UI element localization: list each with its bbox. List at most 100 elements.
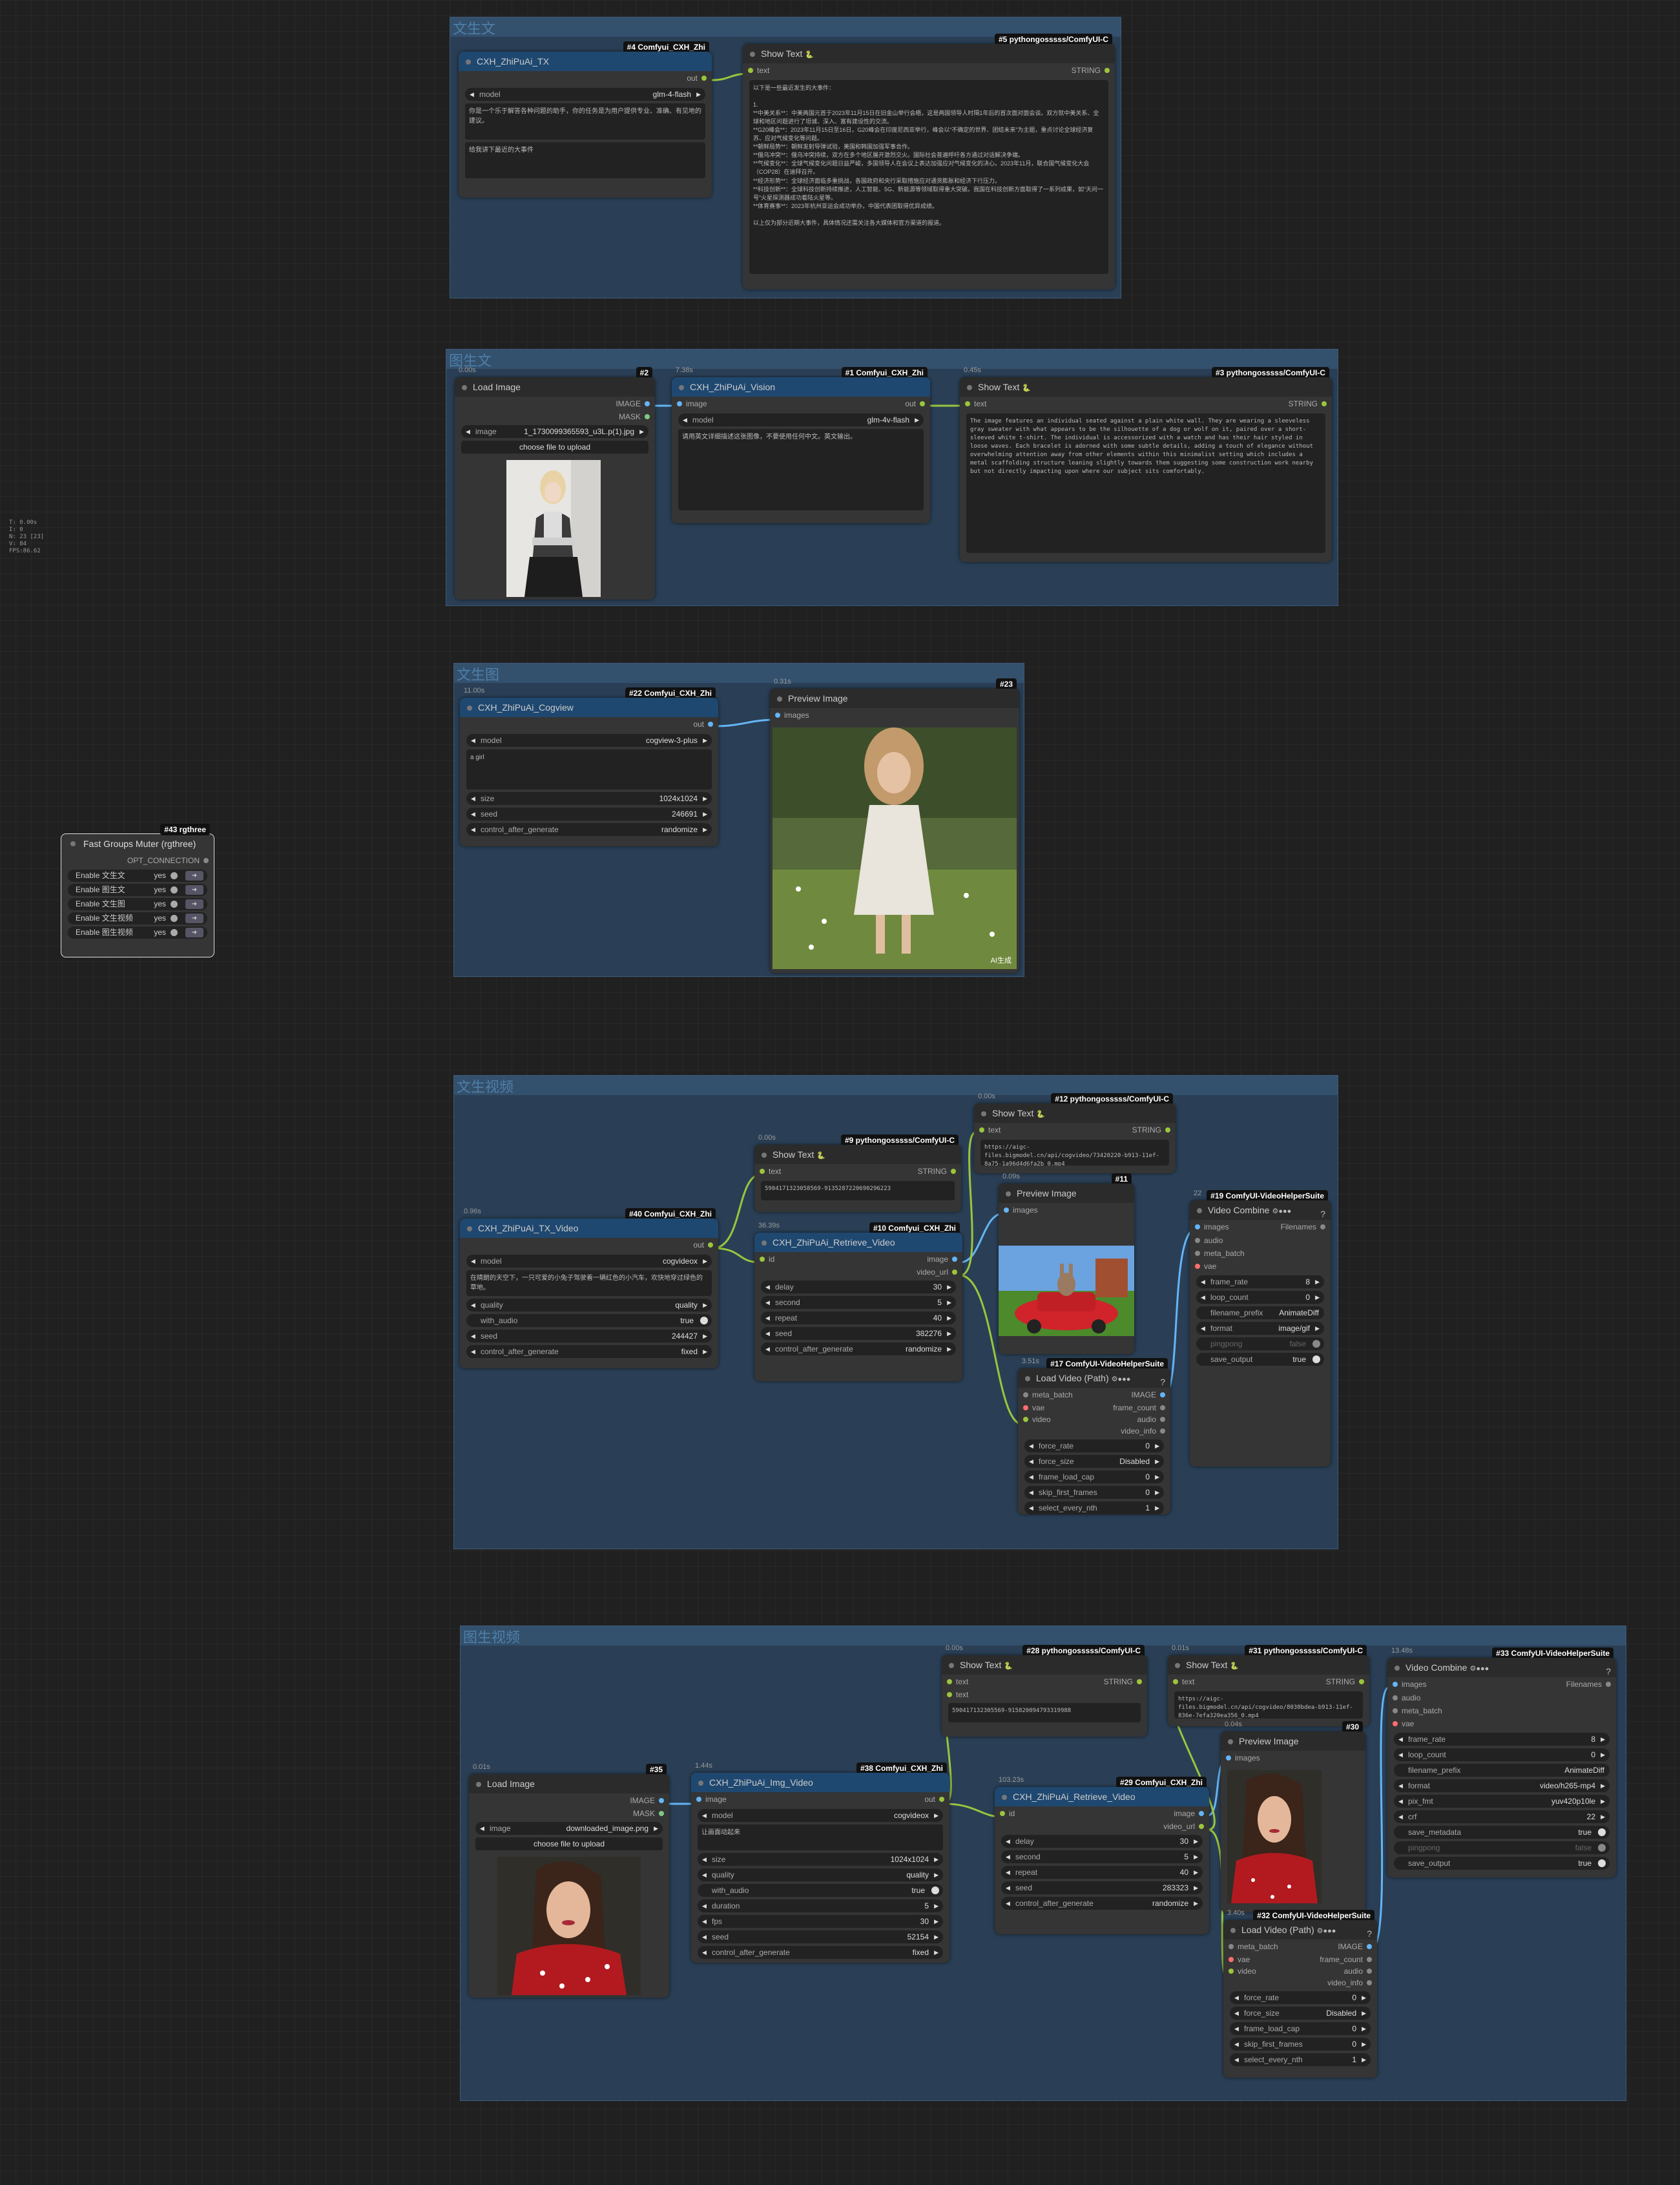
control-after-generate-widget[interactable]: control_after_generate fixed: [466, 1345, 712, 1358]
node-zhipuai-retrieve-video[interactable]: 103.23s #29 Comfyui_CXH_Zhi CXH_ZhiPuAi_…: [995, 1776, 1209, 1934]
node-show-text[interactable]: #5 pythongosssss/ComfyUI-C Show Text 🐍 te…: [743, 34, 1115, 289]
save-output-toggle[interactable]: save_output true: [1394, 1857, 1610, 1870]
save-output-toggle[interactable]: save_output true: [1196, 1353, 1324, 1366]
muter-toggle-row[interactable]: Enable 图生文 yes ➜: [68, 884, 207, 896]
prompt-textarea[interactable]: 请用英文详细描述这张图像，不要使用任何中文。英文输出。: [678, 429, 924, 510]
node-preview-image[interactable]: 0.09s #11 Preview Image images: [999, 1173, 1134, 1354]
delay-widget[interactable]: delay 30: [1001, 1835, 1203, 1848]
model-select[interactable]: model glm-4-flash: [465, 88, 705, 101]
node-title[interactable]: Show Text 🐍: [960, 377, 1332, 397]
seed-widget[interactable]: seed 52154: [698, 1930, 943, 1943]
output-socket[interactable]: [1160, 1392, 1165, 1397]
output-socket[interactable]: [645, 414, 650, 419]
force-rate-widget[interactable]: force_rate 0: [1024, 1439, 1164, 1452]
filename-prefix-field[interactable]: filename_prefix AnimateDiff: [1196, 1306, 1324, 1319]
muter-toggle-row[interactable]: Enable 文生图 yes ➜: [68, 898, 207, 910]
force-rate-widget[interactable]: force_rate 0: [1230, 1991, 1371, 2004]
pix-fmt-widget[interactable]: pix_fmt yuv420p10le: [1394, 1795, 1610, 1808]
filename-prefix-field[interactable]: filename_prefix AnimateDiff: [1394, 1764, 1610, 1777]
input-socket[interactable]: [1229, 1944, 1234, 1949]
output-socket[interactable]: [1367, 1957, 1372, 1962]
muter-toggle-row[interactable]: Enable 图生视频 yes ➜: [68, 926, 207, 939]
io-row[interactable]: text STRING: [1168, 1675, 1369, 1689]
node-title[interactable]: Preview Image: [770, 689, 1019, 708]
node-zhipuai-vision[interactable]: 7.38s #1 Comfyui_CXH_Zhi CXH_ZhiPuAi_Vis…: [672, 366, 930, 523]
node-show-text[interactable]: 0.01s #31 pythongosssss/ComfyUI-C Show T…: [1168, 1644, 1369, 1726]
help-icon[interactable]: ?: [1320, 1204, 1325, 1220]
size-widget[interactable]: size 1024x1024: [466, 792, 712, 805]
output-socket[interactable]: [951, 1169, 956, 1174]
text-output-display[interactable]: 590417132305856​9-9135287220690296223: [761, 1181, 955, 1200]
input-slot[interactable]: text: [942, 1689, 1147, 1700]
toggle-knob[interactable]: [1598, 1859, 1606, 1867]
model-select[interactable]: model glm-4v-flash: [678, 413, 924, 426]
quality-widget[interactable]: quality quality: [466, 1299, 712, 1312]
seed-widget[interactable]: seed 244427: [466, 1330, 712, 1343]
frame-load-cap-widget[interactable]: frame_load_cap 0: [1230, 2022, 1371, 2035]
text-output-display[interactable]: https://aigc-files.bigmodel.cn/api/cogvi…: [1174, 1691, 1363, 1719]
output-socket[interactable]: [1367, 1980, 1372, 1985]
pingpong-toggle[interactable]: pingpong false: [1196, 1337, 1324, 1350]
node-show-text[interactable]: 0.45s #3 pythongosssss/ComfyUI-C Show Te…: [960, 366, 1332, 562]
output-slot[interactable]: MASK: [455, 411, 655, 423]
io-row[interactable]: vae frame_count: [1018, 1402, 1170, 1414]
node-preview-image[interactable]: 0.04s #30 Preview Image images: [1221, 1720, 1365, 1912]
node-preview-image[interactable]: 0.31s #23 Preview Image images AI生成: [770, 678, 1019, 973]
control-after-generate-widget[interactable]: control_after_generate randomize: [761, 1343, 956, 1355]
fps-widget[interactable]: fps 30: [698, 1915, 943, 1928]
input-socket[interactable]: [1023, 1405, 1028, 1410]
input-slot[interactable]: images: [1221, 1751, 1365, 1765]
arrow-right-icon[interactable]: ➜: [185, 914, 203, 923]
io-row[interactable]: image out: [672, 397, 930, 411]
output-socket[interactable]: [1137, 1679, 1142, 1684]
node-title[interactable]: Load Image: [455, 377, 655, 397]
input-socket[interactable]: [1004, 1208, 1009, 1213]
io-row[interactable]: image out: [691, 1792, 949, 1806]
io-row[interactable]: text STRING: [960, 397, 1332, 411]
output-slot[interactable]: MASK: [469, 1808, 669, 1819]
fast-groups-muter-node[interactable]: #43 rgthree Fast Groups Muter (rgthree) …: [61, 824, 214, 957]
output-socket[interactable]: [1199, 1824, 1204, 1829]
io-row[interactable]: images Filenames: [1387, 1677, 1616, 1691]
skip-first-frames-widget[interactable]: skip_first_frames 0: [1230, 2038, 1371, 2051]
upload-button[interactable]: choose file to upload: [475, 1837, 663, 1850]
output-slot[interactable]: IMAGE: [469, 1793, 669, 1808]
output-socket[interactable]: [659, 1811, 664, 1816]
control-after-generate-widget[interactable]: control_after_generate randomize: [466, 823, 712, 836]
output-socket[interactable]: [939, 1797, 944, 1802]
output-socket[interactable]: [1367, 1969, 1372, 1974]
node-zhipuai-cogview[interactable]: 11.00s #22 Comfyui_CXH_Zhi CXH_ZhiPuAi_C…: [460, 687, 718, 846]
node-show-text[interactable]: 0.00s #12 pythongosssss/ComfyUI-C Show T…: [974, 1092, 1176, 1173]
second-widget[interactable]: second 5: [761, 1296, 956, 1309]
format-widget[interactable]: format image/gif: [1196, 1322, 1324, 1335]
image-select[interactable]: image 1_1730099365593_u3L.p(1).jpg: [461, 425, 648, 438]
size-widget[interactable]: size 1024x1024: [698, 1853, 943, 1866]
node-zhipuai-tx[interactable]: #4 Comfyui_CXH_Zhi CXH_ZhiPuAi_TX out mo…: [459, 41, 712, 198]
duration-widget[interactable]: duration 5: [698, 1899, 943, 1912]
toggle-knob[interactable]: [700, 1317, 708, 1324]
opt-connection-output[interactable]: OPT_CONNECTION: [61, 853, 214, 868]
toggle-switch[interactable]: [171, 886, 178, 894]
save-metadata-toggle[interactable]: save_metadata true: [1394, 1826, 1610, 1839]
node-title[interactable]: Load Image: [469, 1774, 669, 1793]
output-socket[interactable]: [1160, 1428, 1165, 1434]
input-slot[interactable]: images: [999, 1203, 1134, 1217]
input-socket[interactable]: [1229, 1969, 1234, 1974]
io-row[interactable]: text STRING: [754, 1164, 961, 1178]
node-title[interactable]: Preview Image: [999, 1184, 1134, 1203]
node-title[interactable]: Show Text 🐍: [1168, 1655, 1369, 1675]
model-select[interactable]: model cogview-3-plus: [466, 734, 712, 747]
input-slot[interactable]: audio: [1190, 1234, 1331, 1247]
force-size-widget[interactable]: force_size Disabled: [1024, 1455, 1164, 1468]
skip-first-frames-widget[interactable]: skip_first_frames 0: [1024, 1486, 1164, 1499]
toggle-knob[interactable]: [931, 1887, 939, 1894]
input-slot[interactable]: audio: [1387, 1691, 1616, 1704]
text-output-display[interactable]: 590417132305569-915820094793319988: [948, 1703, 1141, 1722]
arrow-right-icon[interactable]: ➜: [185, 871, 203, 881]
input-socket[interactable]: [748, 68, 753, 73]
toggle-switch[interactable]: [171, 872, 178, 879]
repeat-widget[interactable]: repeat 40: [761, 1312, 956, 1324]
node-title[interactable]: Show Text 🐍: [743, 44, 1115, 63]
output-socket[interactable]: [952, 1270, 957, 1275]
input-socket[interactable]: [760, 1257, 765, 1262]
